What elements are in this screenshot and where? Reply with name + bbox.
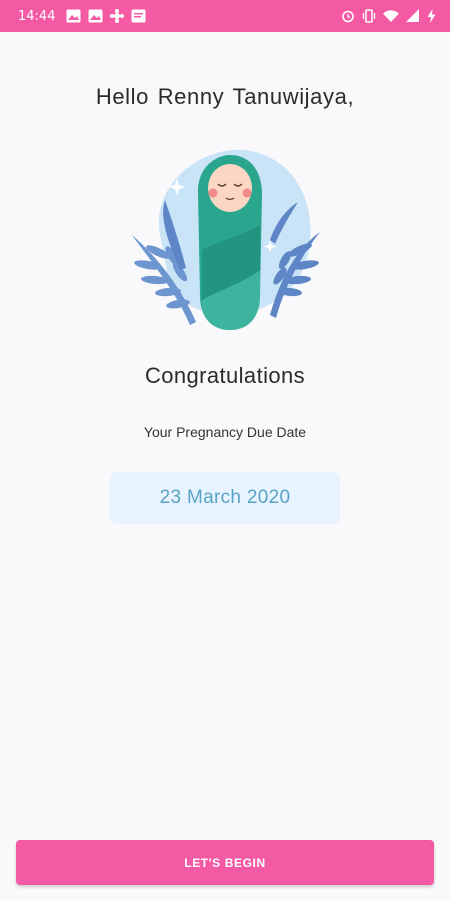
congratulations-title: Congratulations (144, 363, 306, 388)
status-bar-left: 14:44 (18, 0, 146, 32)
lets-begin-button[interactable]: LET'S BEGIN (16, 840, 434, 885)
message-icon (131, 9, 146, 23)
swaddled-baby-illustration (120, 140, 330, 340)
alarm-icon (341, 9, 355, 23)
signal-icon (406, 9, 420, 23)
screen: 14:44 Hello Renny Tanuwijaya, Congratula… (0, 0, 450, 900)
lets-begin-label: LET'S BEGIN (184, 855, 266, 870)
status-bar-right (341, 0, 436, 32)
greeting-text: Hello Renny Tanuwijaya, (95, 84, 355, 109)
status-time: 14:44 (18, 8, 56, 24)
gallery-icon (88, 9, 103, 23)
vibrate-icon (362, 9, 376, 23)
status-bar: 14:44 (0, 0, 450, 32)
wifi-icon (383, 9, 399, 23)
app-notification-icon (110, 9, 125, 23)
battery-charging-icon (427, 9, 436, 23)
due-date-label: Your Pregnancy Due Date (143, 424, 307, 440)
due-date-value: 23 March 2020 (159, 487, 291, 508)
due-date-box: 23 March 2020 (110, 472, 340, 524)
gallery-icon (66, 9, 81, 23)
